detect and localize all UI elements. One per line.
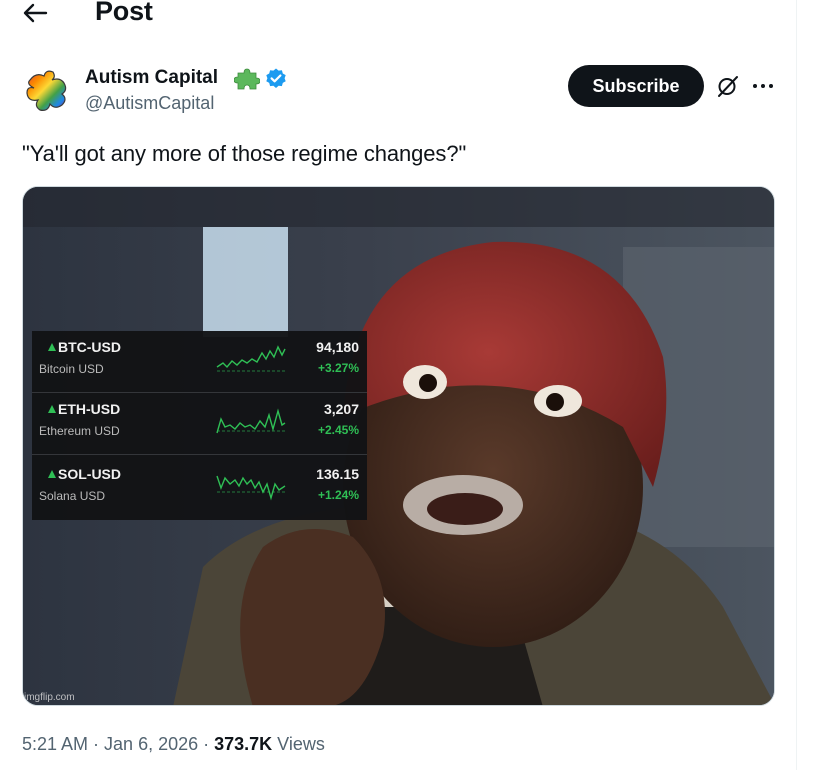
subscribe-button[interactable]: Subscribe <box>568 65 704 107</box>
ticker-change: +2.45% <box>317 423 359 437</box>
image-watermark: imgflip.com <box>24 692 75 703</box>
sparkline-chart <box>216 475 286 501</box>
name-badges <box>233 67 288 96</box>
ticker-change: +3.27% <box>317 361 359 375</box>
puzzle-icon <box>233 67 261 96</box>
views-count: 373.7K <box>214 734 273 754</box>
ticker-name: Bitcoin USD <box>39 362 104 376</box>
sparkline-chart <box>216 408 286 434</box>
crypto-ticker-panel: BTC-USD Bitcoin USD 94,180 +3.27% ETH-US… <box>32 331 367 520</box>
post-date[interactable]: Jan 6, 2026 <box>104 734 198 755</box>
ticker-symbol: SOL-USD <box>48 466 121 482</box>
tweet-text: "Ya'll got any more of those regime chan… <box>22 141 467 166</box>
tweet-image[interactable]: BTC-USD Bitcoin USD 94,180 +3.27% ETH-US… <box>22 186 775 706</box>
up-arrow-icon <box>48 343 56 351</box>
grok-icon[interactable] <box>716 74 740 98</box>
post-meta: 5:21 AM · Jan 6, 2026 · 373.7K Views <box>22 734 325 755</box>
sparkline-chart <box>216 345 286 372</box>
ticker-name: Solana USD <box>39 489 106 503</box>
meta-separator: · <box>203 734 210 754</box>
ticker-price: 3,207 <box>323 401 359 417</box>
ticker-price: 136.15 <box>316 466 359 482</box>
author-name[interactable]: Autism Capital <box>85 67 218 89</box>
ticker-row: BTC-USD Bitcoin USD 94,180 +3.27% <box>32 331 367 393</box>
ticker-name: Ethereum USD <box>39 424 120 438</box>
ticker-row: ETH-USD Ethereum USD 3,207 +2.45% <box>32 393 367 455</box>
avatar[interactable] <box>22 66 72 116</box>
post-time[interactable]: 5:21 AM <box>22 734 88 755</box>
divider <box>32 454 367 455</box>
up-arrow-icon <box>48 405 56 413</box>
page-title: Post <box>95 0 153 26</box>
views-label: Views <box>277 734 325 754</box>
ticker-symbol: ETH-USD <box>48 401 120 417</box>
verified-badge-icon[interactable] <box>264 67 288 96</box>
ticker-row: SOL-USD Solana USD 136.15 +1.24% <box>32 458 367 520</box>
ticker-symbol: BTC-USD <box>48 339 121 355</box>
ticker-change: +1.24% <box>317 488 359 502</box>
up-arrow-icon <box>48 470 56 478</box>
ticker-price: 94,180 <box>316 339 359 355</box>
meta-separator: · <box>93 734 100 754</box>
more-icon[interactable] <box>751 76 775 96</box>
author-handle[interactable]: @AutismCapital <box>85 93 214 114</box>
back-arrow-icon[interactable] <box>20 0 50 26</box>
column-border <box>796 0 797 770</box>
